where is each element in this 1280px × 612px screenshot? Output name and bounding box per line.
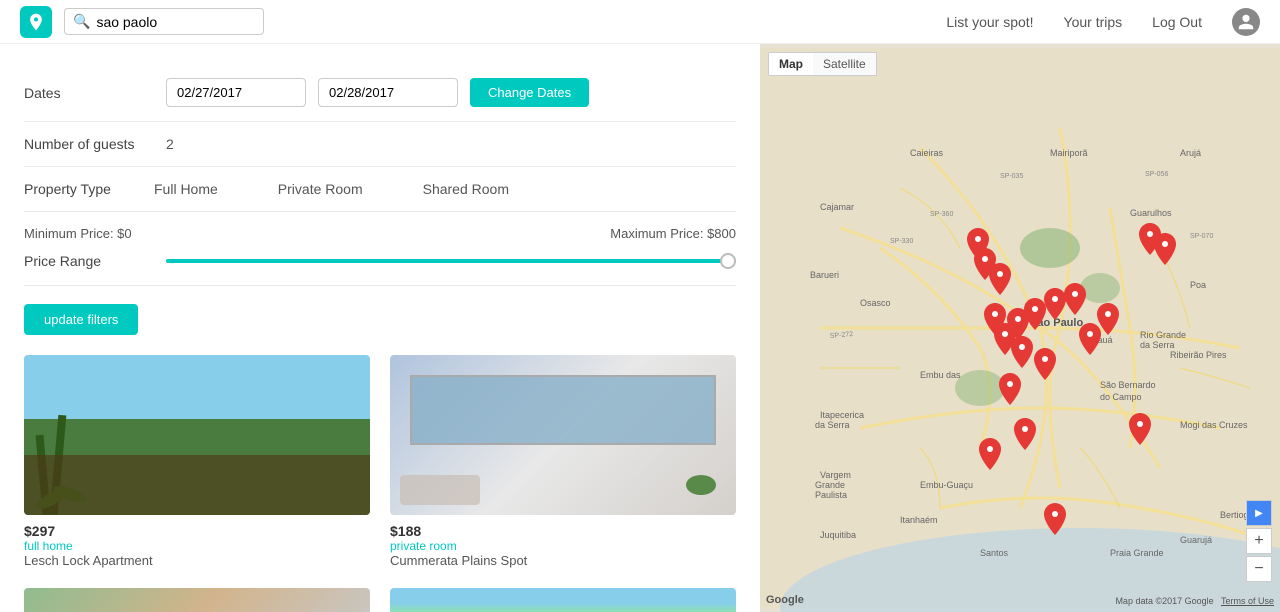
listing-type: private room [390,539,736,553]
price-labels: Minimum Price: $0 Maximum Price: $800 [24,226,736,241]
logo-icon [26,12,46,32]
svg-text:Grande: Grande [815,480,845,490]
min-price-label: Minimum Price: $0 [24,226,132,241]
listing-image [24,588,370,612]
change-dates-button[interactable]: Change Dates [470,78,589,107]
listing-image [390,355,736,515]
max-price-label: Maximum Price: $800 [610,226,736,241]
svg-text:SP-056: SP-056 [1145,171,1168,178]
price-slider-input[interactable] [166,259,736,263]
property-type-row: Property Type Full Home Private Room Sha… [24,167,736,212]
svg-text:Arujá: Arujá [1180,148,1201,158]
map-attribution: Map data ©2017 Google Terms of Use [1115,596,1274,606]
map-svg: São Paulo São Bernardo do Campo Mauá Gua… [760,44,1280,612]
listing-name: Cummerata Plains Spot [390,553,736,568]
svg-text:Juquitiba: Juquitiba [820,530,856,540]
header-nav: List your spot! Your trips Log Out [946,8,1260,36]
search-input[interactable] [96,14,255,30]
price-range-slider[interactable] [166,251,736,271]
listing-image [390,588,736,612]
search-bar[interactable]: 🔍 [64,8,264,35]
your-trips-link[interactable]: Your trips [1064,14,1123,30]
svg-text:Embu-Guaçu: Embu-Guaçu [920,480,973,490]
map-controls: ▶ + − [1246,500,1272,582]
listing-card[interactable]: $297 full home Lesch Lock Apartment [24,355,370,568]
property-options: Full Home Private Room Shared Room [154,181,509,197]
guests-value: 2 [166,136,174,152]
svg-text:Vargem: Vargem [820,470,851,480]
dates-row: Dates Change Dates [24,64,736,122]
log-out-link[interactable]: Log Out [1152,14,1202,30]
svg-text:Praia Grande: Praia Grande [1110,548,1164,558]
property-type-label: Property Type [24,181,154,197]
map-tab-satellite[interactable]: Satellite [813,53,876,75]
map-tab-map[interactable]: Map [769,53,813,75]
listing-type: full home [24,539,370,553]
listing-card[interactable] [24,588,370,612]
svg-text:Poa: Poa [1190,280,1206,290]
svg-text:do Campo: do Campo [1100,392,1142,402]
svg-text:Paulista: Paulista [815,490,847,500]
svg-text:Cajamar: Cajamar [820,202,854,212]
full-home-option[interactable]: Full Home [154,181,218,197]
dates-label: Dates [24,85,154,101]
user-icon [1237,13,1255,31]
svg-text:Embu das: Embu das [920,370,961,380]
svg-text:SP-330: SP-330 [890,238,913,245]
guests-label: Number of guests [24,136,154,152]
zoom-in-button[interactable]: + [1246,528,1272,554]
svg-text:Itapecerica: Itapecerica [820,410,864,420]
svg-text:da Serra: da Serra [815,420,850,430]
date-from-input[interactable] [166,78,306,107]
update-filters-button[interactable]: update filters [24,304,138,335]
svg-text:Mogi das Cruzes: Mogi das Cruzes [1180,420,1248,430]
svg-text:SP-035: SP-035 [1000,173,1023,180]
private-room-option[interactable]: Private Room [278,181,363,197]
zoom-out-button[interactable]: − [1246,556,1272,582]
avatar[interactable] [1232,8,1260,36]
listing-card[interactable] [390,588,736,612]
listings-grid: $297 full home Lesch Lock Apartment $188… [24,355,736,612]
guests-row: Number of guests 2 [24,122,736,167]
main-container: Dates Change Dates Number of guests 2 Pr… [0,44,1280,612]
price-section: Minimum Price: $0 Maximum Price: $800 Pr… [24,212,736,286]
search-icon: 🔍 [73,13,90,30]
date-to-input[interactable] [318,78,458,107]
google-logo: Google [766,594,804,606]
svg-text:Osasco: Osasco [860,298,891,308]
svg-text:da Serra: da Serra [1140,340,1175,350]
svg-text:SP-070: SP-070 [1190,233,1213,240]
left-panel: Dates Change Dates Number of guests 2 Pr… [0,44,760,612]
svg-text:Santos: Santos [980,548,1009,558]
svg-text:Rio Grande: Rio Grande [1140,330,1186,340]
svg-text:São Bernardo: São Bernardo [1100,380,1156,390]
svg-text:Mairiporã: Mairiporã [1050,148,1088,158]
svg-text:Itanhaém: Itanhaém [900,515,938,525]
listing-name: Lesch Lock Apartment [24,553,370,568]
svg-text:Guarujá: Guarujá [1180,535,1212,545]
header: 🔍 List your spot! Your trips Log Out [0,0,1280,44]
list-spot-link[interactable]: List your spot! [946,14,1033,30]
map-person-icon[interactable]: ▶ [1246,500,1272,526]
svg-text:Caieiras: Caieiras [910,148,944,158]
svg-text:Ribeirão Pires: Ribeirão Pires [1170,350,1227,360]
map-tabs: Map Satellite [768,52,877,76]
terms-link[interactable]: Terms of Use [1221,596,1274,606]
svg-text:Guarulhos: Guarulhos [1130,208,1172,218]
logo[interactable] [20,6,52,38]
listing-image [24,355,370,515]
price-range-label: Price Range [24,253,154,269]
price-range-row: Price Range [24,251,736,271]
shared-room-option[interactable]: Shared Room [423,181,509,197]
listing-card[interactable]: $188 private room Cummerata Plains Spot [390,355,736,568]
map-panel: São Paulo São Bernardo do Campo Mauá Gua… [760,44,1280,612]
listing-price: $188 [390,523,736,539]
svg-text:Barueri: Barueri [810,270,839,280]
svg-text:SP-360: SP-360 [930,211,953,218]
listing-price: $297 [24,523,370,539]
